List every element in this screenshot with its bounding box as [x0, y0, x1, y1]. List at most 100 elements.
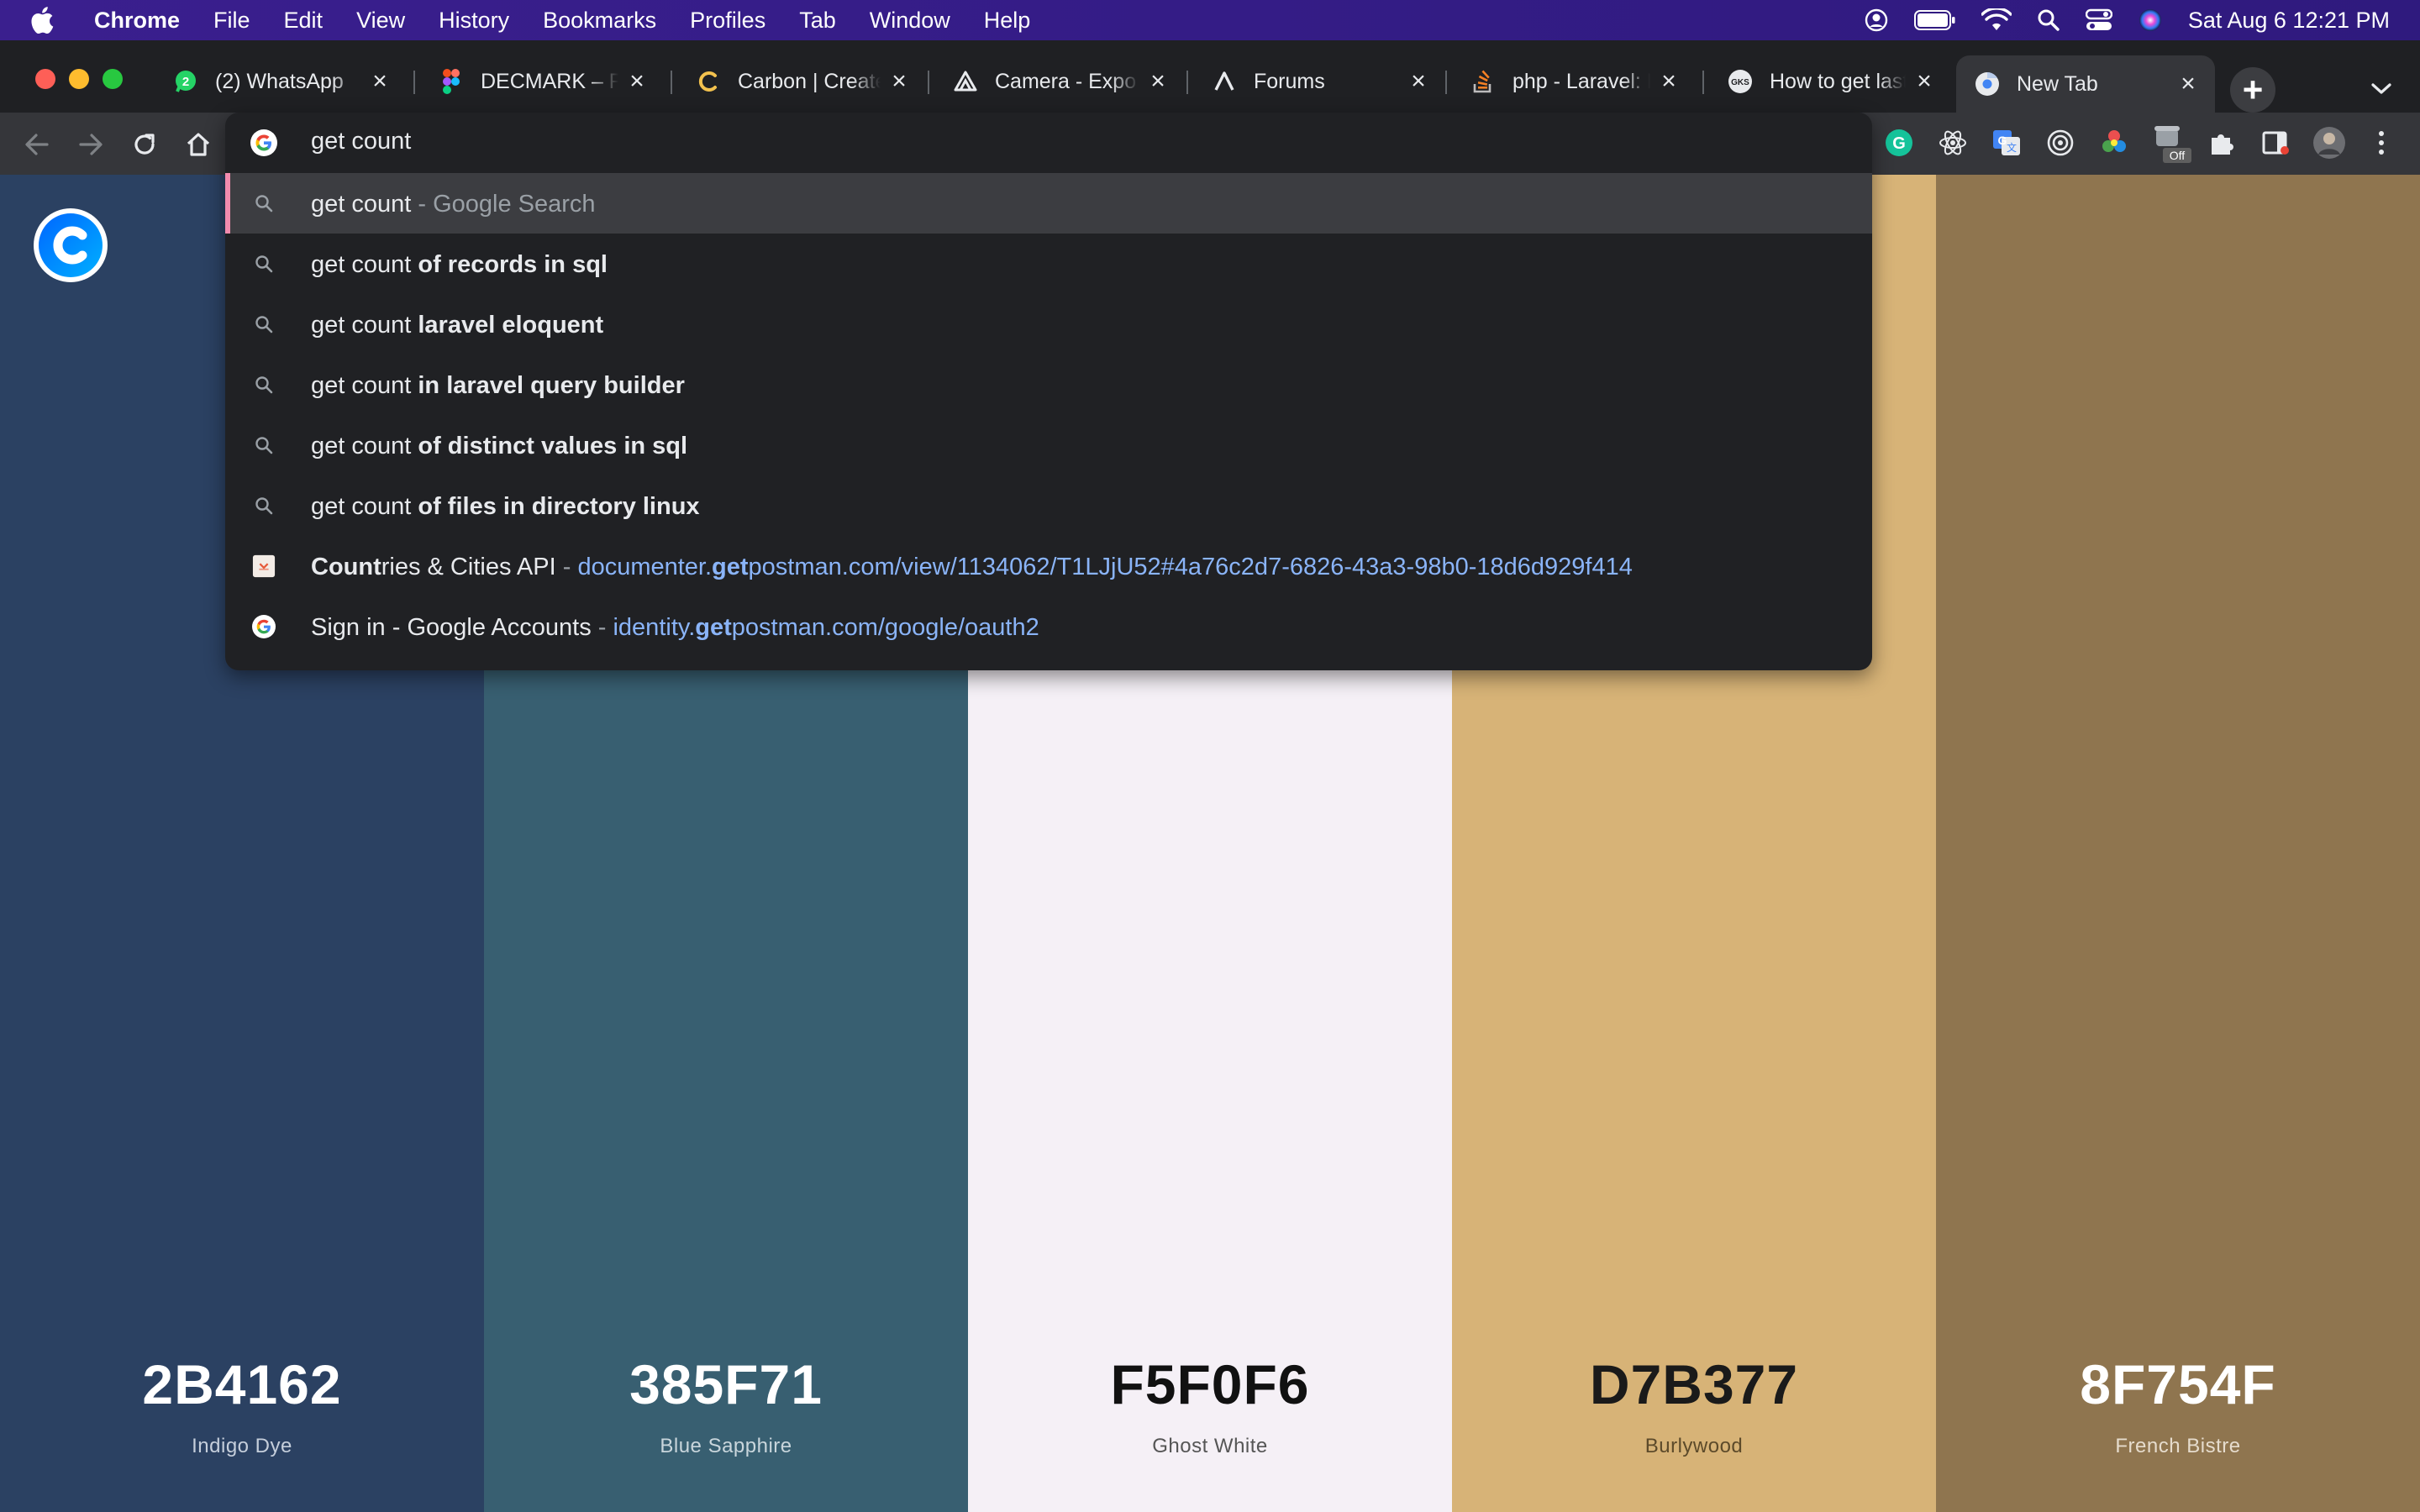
- swatch-hex-code: 2B4162: [142, 1353, 342, 1415]
- color-swatch-french-bistre[interactable]: 8F754F French Bistre: [1936, 175, 2420, 1512]
- tab-separator: [1445, 71, 1447, 94]
- tab-title: (2) WhatsApp: [215, 69, 344, 93]
- window-zoom-button[interactable]: [103, 69, 123, 89]
- tab-title: Carbon | Create and share: [738, 69, 881, 93]
- new-tab-button[interactable]: +: [2230, 67, 2275, 113]
- tab-expo[interactable]: Camera - Expo Documentation ×: [934, 55, 1185, 108]
- swatch-hex-code: F5F0F6: [1110, 1353, 1310, 1415]
- tab-new-tab[interactable]: New Tab ×: [1956, 55, 2215, 113]
- tab-separator: [1186, 71, 1188, 94]
- extension-off-icon[interactable]: Off: [2153, 124, 2191, 165]
- tab-whatsapp[interactable]: 2 (2) WhatsApp ×: [155, 55, 407, 108]
- window-minimize-button[interactable]: [69, 69, 89, 89]
- close-icon[interactable]: ×: [2176, 70, 2200, 97]
- swatch-color-name: Burlywood: [1644, 1435, 1744, 1457]
- search-icon: [252, 312, 276, 336]
- omnibox-suggestion[interactable]: get count in laravel query builder: [225, 354, 1872, 415]
- tab-stackoverflow[interactable]: php - Laravel: How to ×: [1452, 55, 1696, 108]
- tab-title: How to get last: [1770, 69, 1906, 93]
- user-account-icon[interactable]: [1864, 8, 1889, 33]
- suggestion-typed-text: get count: [311, 251, 418, 278]
- spotlight-search-icon[interactable]: [2037, 8, 2060, 32]
- tab-search-chevron-icon[interactable]: [2365, 72, 2398, 106]
- menu-file[interactable]: File: [197, 8, 267, 34]
- swatch-hex-code: 385F71: [629, 1353, 823, 1415]
- address-bar[interactable]: get count: [225, 113, 1872, 173]
- tab-title: php - Laravel: How to: [1512, 69, 1650, 93]
- omnibox-suggestion[interactable]: get count of distinct values in sql: [225, 415, 1872, 475]
- swatch-hex-code: 8F754F: [2080, 1353, 2276, 1415]
- omnibox-suggestion-google-search[interactable]: get count - Google Search: [225, 173, 1872, 234]
- target-extension-icon[interactable]: [2044, 126, 2077, 160]
- omnibox-history-suggestion[interactable]: Countries & Cities API - documenter.getp…: [225, 536, 1872, 596]
- tab-forums[interactable]: Forums ×: [1193, 55, 1445, 108]
- menu-bookmarks[interactable]: Bookmarks: [526, 8, 673, 34]
- menu-tab[interactable]: Tab: [782, 8, 853, 34]
- suggestion-url-rest: postman.com/google/oauth2: [731, 614, 1039, 641]
- menu-history[interactable]: History: [422, 8, 526, 34]
- battery-icon[interactable]: [1913, 9, 1956, 31]
- tab-separator: [928, 71, 929, 94]
- extension-off-badge: Off: [2170, 149, 2186, 162]
- home-icon[interactable]: [183, 129, 213, 160]
- chrome-icon: [1975, 71, 2000, 97]
- menu-profiles[interactable]: Profiles: [673, 8, 782, 34]
- close-icon[interactable]: ×: [1146, 67, 1170, 95]
- reading-list-icon[interactable]: [2259, 126, 2292, 160]
- omnibox-dropdown: get count get count - Google Search get …: [225, 113, 1872, 670]
- swatch-color-name: Blue Sapphire: [660, 1435, 792, 1457]
- back-arrow-icon[interactable]: [22, 129, 52, 160]
- menu-bar-clock[interactable]: Sat Aug 6 12:21 PM: [2188, 8, 2390, 34]
- menu-window[interactable]: Window: [853, 8, 967, 34]
- close-icon[interactable]: ×: [1407, 67, 1430, 95]
- extensions-puzzle-icon[interactable]: [2205, 126, 2238, 160]
- siri-icon[interactable]: [2138, 8, 2163, 33]
- tab-how-to-get-last[interactable]: GKS How to get last ×: [1709, 55, 1951, 108]
- search-icon: [252, 192, 276, 215]
- suggestion-title-match: Count: [311, 554, 381, 580]
- react-devtools-icon[interactable]: [1936, 126, 1970, 160]
- omnibox-suggestion[interactable]: get count of records in sql: [225, 234, 1872, 294]
- grammarly-icon[interactable]: G: [1882, 126, 1916, 160]
- close-icon[interactable]: ×: [1657, 67, 1681, 95]
- menu-view[interactable]: View: [339, 8, 422, 34]
- reload-icon[interactable]: [129, 129, 160, 160]
- color-picker-icon[interactable]: [2097, 126, 2131, 160]
- tab-carbon[interactable]: Carbon | Create and share ×: [677, 55, 926, 108]
- menu-help[interactable]: Help: [967, 8, 1048, 34]
- forward-arrow-icon[interactable]: [76, 129, 106, 160]
- close-icon[interactable]: ×: [368, 67, 392, 95]
- search-icon: [252, 494, 276, 517]
- search-icon: [252, 433, 276, 457]
- google-g-icon: [252, 615, 276, 638]
- omnibox-history-suggestion[interactable]: Sign in - Google Accounts - identity.get…: [225, 596, 1872, 657]
- control-center-icon[interactable]: [2085, 8, 2112, 32]
- apple-icon[interactable]: [30, 7, 72, 34]
- suggestion-suffix: - Google Search: [411, 191, 596, 218]
- omnibox-suggestion[interactable]: get count of files in directory linux: [225, 475, 1872, 536]
- svg-text:G: G: [1998, 134, 2007, 147]
- menu-edit[interactable]: Edit: [267, 8, 340, 34]
- omnibox-suggestion[interactable]: get count laravel eloquent: [225, 294, 1872, 354]
- swatch-color-name: Ghost White: [1152, 1435, 1268, 1457]
- tab-separator: [413, 71, 415, 94]
- google-translate-icon[interactable]: G文: [1990, 126, 2023, 160]
- chrome-menu-icon[interactable]: [2368, 126, 2395, 160]
- suggestion-url-prefix: identity.: [613, 614, 696, 641]
- profile-avatar[interactable]: [2312, 126, 2346, 160]
- omnibox-query-text[interactable]: get count: [311, 128, 411, 155]
- window-close-button[interactable]: [35, 69, 55, 89]
- suggestion-title: ries & Cities API: [381, 554, 556, 580]
- menu-app-name[interactable]: Chrome: [72, 8, 197, 34]
- suggestion-typed-text: get count: [311, 433, 418, 459]
- suggestion-typed-text: get count: [311, 493, 418, 520]
- wifi-icon[interactable]: [1981, 8, 2012, 32]
- close-icon[interactable]: ×: [1912, 67, 1936, 95]
- tab-figma[interactable]: DECMARK – Figma ×: [420, 55, 664, 108]
- macos-menu-bar: Chrome File Edit View History Bookmarks …: [0, 0, 2420, 40]
- tab-separator: [671, 71, 672, 94]
- suggestion-completion: laravel eloquent: [418, 312, 604, 339]
- coolors-logo[interactable]: [34, 208, 108, 282]
- close-icon[interactable]: ×: [625, 67, 649, 95]
- close-icon[interactable]: ×: [887, 67, 911, 95]
